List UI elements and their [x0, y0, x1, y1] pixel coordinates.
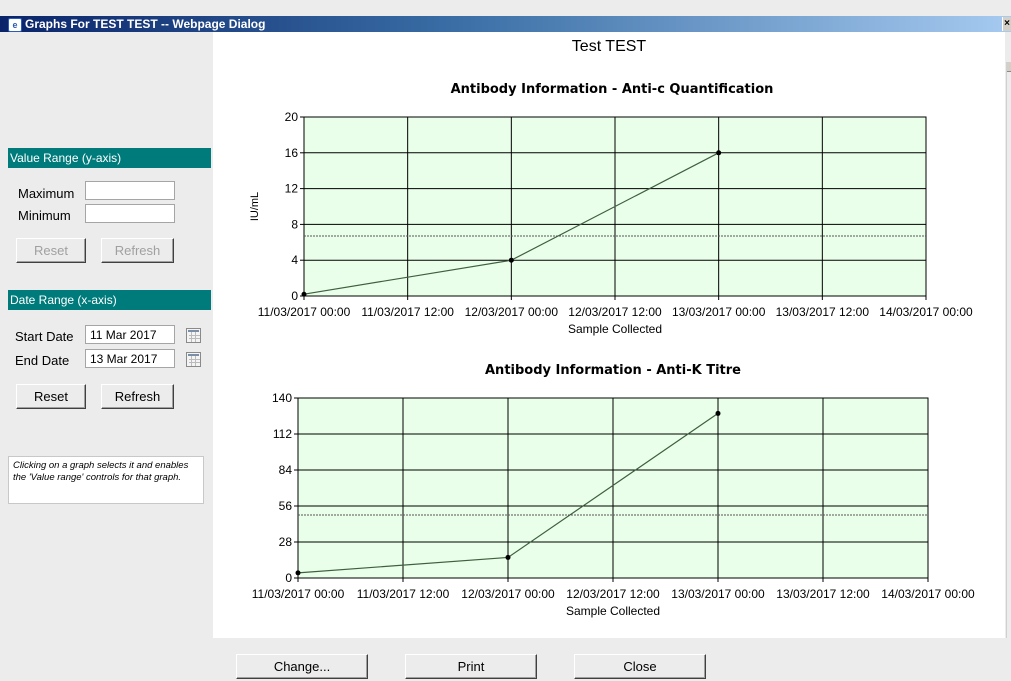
x-tick-label: 11/03/2017 12:00 — [361, 305, 454, 319]
print-button[interactable]: Print — [405, 654, 537, 679]
data-point — [716, 150, 722, 156]
y-tick-label: 16 — [285, 146, 299, 160]
x-tick-label: 11/03/2017 00:00 — [258, 305, 351, 319]
x-axis-label: Sample Collected — [568, 322, 662, 336]
y-tick-label: 8 — [291, 217, 298, 231]
x-tick-label: 12/03/2017 00:00 — [465, 305, 559, 319]
x-tick-label: 12/03/2017 12:00 — [568, 305, 662, 319]
x-tick-label: 13/03/2017 12:00 — [776, 305, 870, 319]
y-tick-label: 12 — [285, 182, 299, 196]
data-point — [301, 291, 307, 297]
x-tick-label: 14/03/2017 00:00 — [879, 305, 973, 319]
y-axis-label: IU/mL — [249, 192, 261, 221]
chart-anti-c[interactable]: 11/03/2017 00:00 11/03/2017 12:00 12/03/20… — [0, 0, 1011, 681]
y-tick-label: 4 — [291, 253, 298, 267]
close-button[interactable]: Close — [574, 654, 706, 679]
x-tick-label: 13/03/2017 00:00 — [672, 305, 766, 319]
chart-2-title: Antibody Information - Anti-K Titre — [485, 363, 741, 378]
data-point — [508, 257, 514, 263]
change-button[interactable]: Change... — [236, 654, 368, 679]
y-tick-label: 20 — [285, 110, 299, 124]
y-tick-label: 0 — [291, 289, 298, 303]
